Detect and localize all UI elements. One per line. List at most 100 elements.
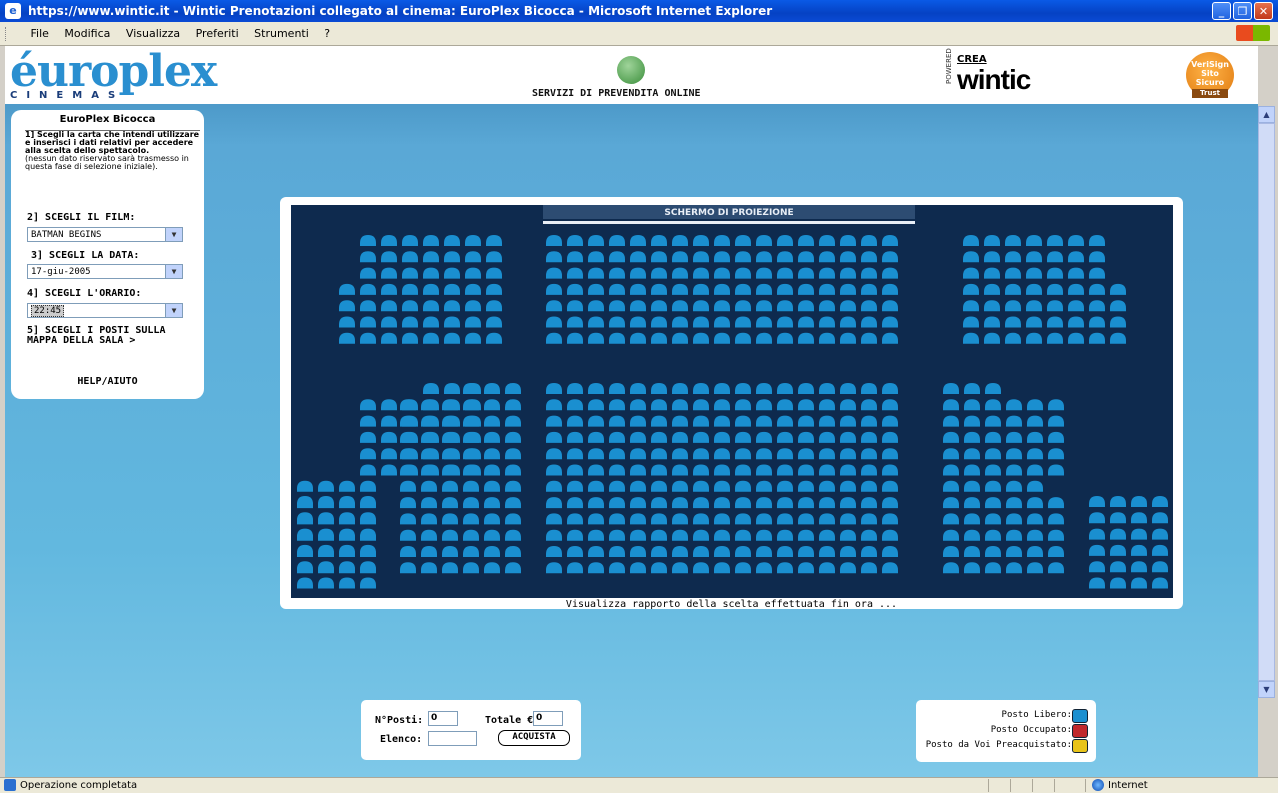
seat[interactable] [756,497,772,509]
seat[interactable] [630,562,646,574]
seat[interactable] [1068,235,1084,246]
seat[interactable] [1047,332,1063,344]
seat[interactable] [882,562,898,574]
seat[interactable] [882,300,898,312]
seat[interactable] [1131,496,1147,507]
seat[interactable] [777,267,793,279]
seat[interactable] [318,544,334,556]
seat[interactable] [1152,544,1168,556]
seat[interactable] [735,415,751,427]
seat[interactable] [546,529,562,541]
seat[interactable] [463,464,479,476]
seat[interactable] [339,528,355,540]
seat[interactable] [735,267,751,279]
seat[interactable] [484,480,500,492]
seat[interactable] [609,529,625,541]
seat[interactable] [984,251,1000,263]
seat[interactable] [693,235,709,246]
seat[interactable] [588,235,604,246]
seat[interactable] [400,431,416,443]
seat[interactable] [442,415,458,427]
seat[interactable] [882,316,898,328]
seat[interactable] [1048,399,1064,411]
seat[interactable] [1027,480,1043,492]
seat[interactable] [339,561,355,573]
seat[interactable] [1048,497,1064,509]
seat[interactable] [964,497,980,509]
seat[interactable] [423,300,439,312]
seat[interactable] [798,415,814,427]
seat[interactable] [442,464,458,476]
seat[interactable] [360,448,376,460]
seat[interactable] [609,383,625,394]
seat[interactable] [985,464,1001,476]
seat[interactable] [861,383,877,394]
seat[interactable] [381,431,397,443]
seat[interactable] [672,235,688,246]
seat[interactable] [672,415,688,427]
seat[interactable] [672,497,688,509]
seat[interactable] [484,464,500,476]
seat[interactable] [984,267,1000,279]
seat[interactable] [1005,332,1021,344]
seat[interactable] [546,497,562,509]
seat[interactable] [714,497,730,509]
seat[interactable] [1089,332,1105,344]
time-select[interactable]: 22:45 ▼ [27,303,183,318]
menu-help[interactable]: ? [318,27,336,40]
seat[interactable] [588,497,604,509]
seat[interactable] [964,562,980,574]
seat[interactable] [840,316,856,328]
seat[interactable] [567,251,583,263]
seat[interactable] [505,546,521,557]
seat[interactable] [861,332,877,344]
seat[interactable] [1047,316,1063,328]
seat[interactable] [1068,316,1084,328]
seat[interactable] [714,283,730,295]
seat[interactable] [360,316,376,328]
seat[interactable] [943,529,959,541]
seat[interactable] [588,562,604,574]
seat[interactable] [672,546,688,557]
seat[interactable] [819,497,835,509]
seat[interactable] [651,513,667,525]
seat[interactable] [1068,300,1084,312]
seat[interactable] [442,448,458,460]
seat[interactable] [421,415,437,427]
seat[interactable] [861,529,877,541]
seat[interactable] [630,316,646,328]
seat[interactable] [861,513,877,525]
seat[interactable] [421,480,437,492]
close-button[interactable]: ✕ [1254,2,1273,20]
seat[interactable] [798,497,814,509]
seat[interactable] [1048,529,1064,541]
seat[interactable] [756,399,772,411]
seat[interactable] [567,383,583,394]
seat[interactable] [651,415,667,427]
seat[interactable] [318,480,334,492]
seat[interactable] [985,383,1001,394]
seat[interactable] [882,267,898,279]
seat[interactable] [861,546,877,557]
secure-site-badge[interactable]: VeriSign Sito Sicuro Trust [1186,52,1234,98]
seat[interactable] [714,399,730,411]
seat[interactable] [882,251,898,263]
seat[interactable] [318,577,334,589]
seat[interactable] [609,235,625,246]
seat[interactable] [651,448,667,460]
seat[interactable] [360,561,376,573]
seat[interactable] [421,562,437,574]
seat[interactable] [985,480,1001,492]
seat[interactable] [567,513,583,525]
seat[interactable] [630,529,646,541]
seat[interactable] [1089,528,1105,540]
seat[interactable] [963,283,979,295]
seat[interactable] [465,235,481,246]
seat[interactable] [1152,561,1168,573]
seat[interactable] [1027,448,1043,460]
seat[interactable] [963,332,979,344]
seat[interactable] [609,431,625,443]
seat[interactable] [840,235,856,246]
date-select[interactable]: 17-giu-2005 ▼ [27,264,183,279]
seat[interactable] [672,283,688,295]
